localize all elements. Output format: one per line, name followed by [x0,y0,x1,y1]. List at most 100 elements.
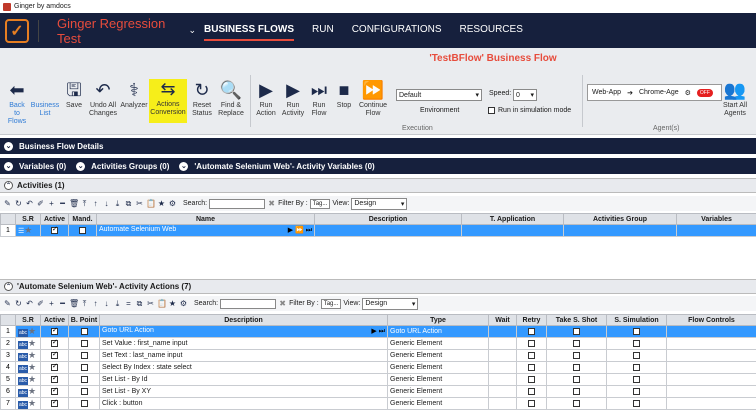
col-variables[interactable]: Variables [676,213,756,225]
description-cell[interactable]: Set Text : last_name input [99,349,388,362]
description-cell[interactable]: Select By Index : state select [99,361,388,374]
settings-icon[interactable]: ⚙ [168,199,177,209]
business-flow-details-header[interactable]: ⌄ Business Flow Details [0,138,756,154]
wand-icon[interactable]: ✎ [3,299,12,309]
variables-header[interactable]: ⌄ Variables (0) ⌄ Activities Groups (0) ⌄ '… [0,158,756,174]
copy-icon[interactable]: ⧉ [124,199,133,209]
edit-icon[interactable]: ✐ [36,299,45,309]
col-mand[interactable]: Mand. [68,213,97,225]
collapse-icon[interactable]: ⌃ [4,282,13,291]
type-cell[interactable]: Generic Element [387,373,489,386]
save-button[interactable]: 🖫 Save [64,80,84,110]
expand-icon[interactable]: ⌄ [4,141,13,151]
flow-controls-cell[interactable] [666,373,756,386]
collapse-icon[interactable]: ⌃ [4,181,13,190]
screenshot-checkbox[interactable] [573,327,580,335]
simulation-checkbox[interactable]: Run in simulation mode [488,107,571,114]
undo-button[interactable]: ↶ Undo All Changes [88,80,118,118]
active-checkbox[interactable] [51,375,58,383]
type-cell[interactable]: Generic Element [387,337,489,350]
tab-run[interactable]: RUN [312,20,334,41]
table-row[interactable]: 1 ☰★ Automate Selenium Web ▶ ⏩ ⏭ [0,224,756,237]
breakpoint-checkbox[interactable] [80,351,88,359]
table-row[interactable]: 3 abc★ Set Text : last_name input Generic E… [0,349,756,362]
move-bottom-icon[interactable]: ⤓ [113,199,122,209]
simulation-checkbox[interactable] [633,363,640,371]
breakpoint-checkbox[interactable] [80,327,88,335]
simulation-checkbox[interactable] [633,339,640,347]
screenshot-checkbox[interactable] [573,363,580,371]
retry-checkbox[interactable] [528,351,535,359]
variables-cell[interactable] [676,224,756,237]
col-simulation[interactable]: S. Simulation [606,314,667,326]
cut-icon[interactable]: ✂ [146,299,155,309]
active-checkbox[interactable] [51,226,58,234]
col-retry[interactable]: Retry [516,314,547,326]
retry-checkbox[interactable] [528,399,535,407]
col-wait[interactable]: Wait [488,314,517,326]
move-bottom-icon[interactable]: ⤓ [113,299,122,309]
col-breakpoint[interactable]: B. Point [68,314,100,326]
table-row[interactable]: 7 abc★ Click : button Generic Element [0,397,756,410]
undo-icon[interactable]: ↶ [25,299,34,309]
add-icon[interactable]: + [47,299,56,309]
table-row[interactable]: 1 abc★ Goto URL Action ▶ ⏭ Goto URL Action [0,325,756,338]
find-replace-button[interactable]: 🔍 Find & Replace [217,80,245,118]
tab-business-flows[interactable]: BUSINESS FLOWS [204,20,295,41]
active-checkbox[interactable] [51,339,58,347]
flow-controls-cell[interactable] [666,397,756,410]
col-take-screenshot[interactable]: Take S. Shot [546,314,607,326]
wait-cell[interactable] [488,337,517,350]
search-input[interactable] [220,298,277,309]
reset-status-button[interactable]: ↻ Reset Status [190,80,214,118]
table-row[interactable]: 2 abc★ Set Value : first_name input Generic… [0,337,756,350]
start-all-agents-button[interactable]: 👥 Start All Agents [720,80,750,118]
paste-icon[interactable]: 📋 [146,199,156,209]
view-select[interactable]: Design ▾ [351,197,408,210]
wait-cell[interactable] [488,385,517,398]
simulation-checkbox[interactable] [633,399,640,407]
retry-checkbox[interactable] [528,375,535,383]
description-cell[interactable]: Set Value : first_name input [99,337,388,350]
expand-icon[interactable]: ⌄ [76,161,86,171]
continue-flow-button[interactable]: ⏩ Continue Flow [358,80,388,118]
col-type[interactable]: Type [387,314,489,326]
type-cell[interactable]: Generic Element [387,385,489,398]
col-active[interactable]: Active [40,213,69,225]
run-activity-button[interactable]: ▶ Run Activity [281,80,305,118]
screenshot-checkbox[interactable] [573,351,580,359]
col-sr[interactable]: S.R [15,213,41,225]
edit-icon[interactable]: ✐ [36,199,45,209]
environment-select[interactable]: Default ▾ [396,89,482,101]
flow-controls-cell[interactable] [666,337,756,350]
simulation-checkbox[interactable] [633,387,640,395]
expand-icon[interactable]: ⌄ [179,161,189,171]
wand-icon[interactable]: ✎ [3,199,12,209]
screenshot-checkbox[interactable] [573,399,580,407]
active-checkbox[interactable] [51,363,58,371]
star-icon[interactable]: ★ [168,299,177,309]
flow-controls-cell[interactable] [666,361,756,374]
business-list-button[interactable]: Business List [31,102,59,118]
play-icon[interactable]: ▶ ⏩ ⏭ [287,226,312,235]
stop-button[interactable]: ■ Stop [334,80,354,110]
active-checkbox[interactable] [51,387,58,395]
activities-group-cell[interactable] [563,224,677,237]
activities-header[interactable]: ⌃ Activities (1) [0,178,756,193]
tab-configurations[interactable]: CONFIGURATIONS [352,20,442,41]
name-cell[interactable]: Automate Selenium Web ▶ ⏩ ⏭ [96,224,315,237]
play-icon[interactable]: ▶ ⏭ [371,327,385,336]
breakpoint-checkbox[interactable] [80,363,88,371]
breakpoint-checkbox[interactable] [80,339,88,347]
type-cell[interactable]: Generic Element [387,361,489,374]
expand-icon[interactable]: ⌄ [4,161,13,171]
retry-checkbox[interactable] [528,339,535,347]
simulation-checkbox[interactable] [633,351,640,359]
cut-icon[interactable]: ✂ [135,199,144,209]
mand-checkbox[interactable] [79,226,86,234]
simulation-checkbox[interactable] [633,375,640,383]
simulation-checkbox[interactable] [633,327,640,335]
flow-controls-cell[interactable] [666,325,756,338]
star-icon[interactable]: ★ [28,399,36,409]
actions-conversion-button[interactable]: ⇆ Actions Conversion [149,79,187,123]
